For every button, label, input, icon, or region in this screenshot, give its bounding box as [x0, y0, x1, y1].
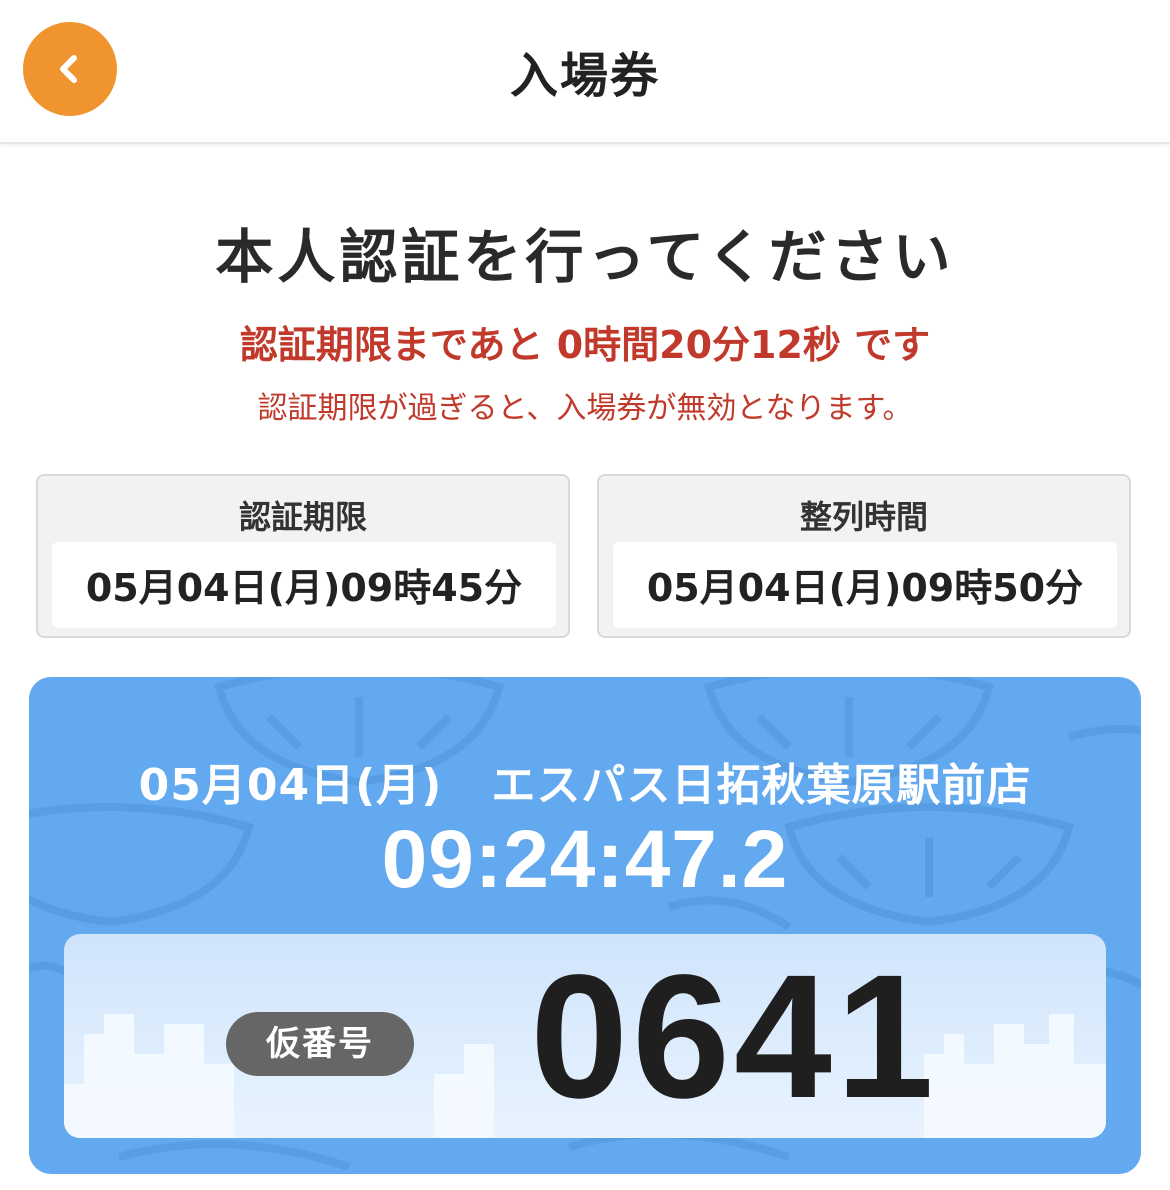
- ticket-store-name: エスパス日拓秋葉原駅前店: [491, 760, 1032, 811]
- temp-number-card: 仮番号 0641: [64, 934, 1106, 1138]
- page-title: 入場券: [509, 48, 660, 104]
- deadline-countdown: 認証期限まであと 0時間20分12秒 です: [0, 314, 1170, 369]
- entry-ticket-card: 05月04日(月) エスパス日拓秋葉原駅前店 09:24:47.2 仮番号 06…: [29, 677, 1141, 1174]
- ticket-page: 入場券 本人認証を行ってください 認証期限まであと 0時間20分12秒 です 認…: [0, 0, 1170, 1190]
- temp-number-value: 0641: [530, 939, 938, 1135]
- deadline-note: 認証期限が過ぎると、入場券が無効となります。: [257, 391, 913, 426]
- auth-deadline-value: 05月04日(月)09時45分: [52, 542, 556, 628]
- auth-deadline-label: 認証期限: [238, 498, 367, 536]
- app-header: 入場券: [0, 0, 1170, 144]
- deadline-suffix: です: [854, 323, 931, 367]
- line-time-box: 整列時間 05月04日(月)09時50分: [597, 474, 1131, 638]
- line-time-label: 整列時間: [799, 498, 928, 536]
- line-time-value: 05月04日(月)09時50分: [613, 542, 1117, 628]
- auth-headline: 本人認証を行ってください: [215, 223, 955, 291]
- ticket-date: 05月04日(月): [138, 760, 443, 811]
- temp-number-badge: 仮番号: [226, 1012, 414, 1076]
- ticket-date-store: 05月04日(月) エスパス日拓秋葉原駅前店: [29, 749, 1141, 813]
- deadline-remaining: 0時間20分12秒: [556, 323, 841, 367]
- auth-deadline-box: 認証期限 05月04日(月)09時45分: [36, 474, 570, 638]
- deadline-prefix: 認証期限まであと: [239, 323, 544, 367]
- ticket-live-clock: 09:24:47.2: [381, 814, 789, 905]
